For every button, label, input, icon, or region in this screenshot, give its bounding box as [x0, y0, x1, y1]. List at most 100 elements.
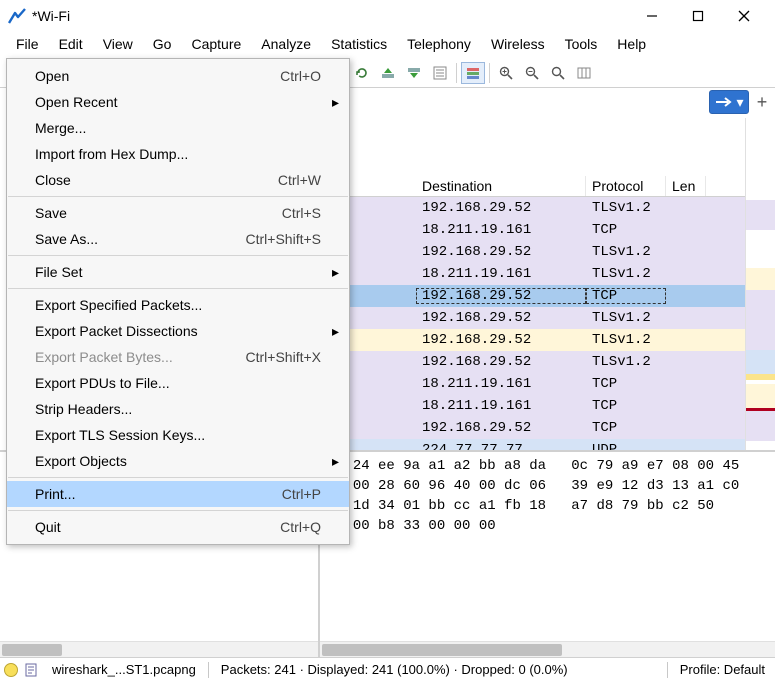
hex-line[interactable]: 1000 28 60 96 40 00 dc 06 39 e9 12 d3 13…	[328, 476, 767, 496]
menu-item-close[interactable]: CloseCtrl+W	[7, 167, 349, 193]
menu-item-export-dissections[interactable]: Export Packet Dissections▸	[7, 318, 349, 344]
menu-capture[interactable]: Capture	[181, 34, 251, 54]
menu-item-export-tls[interactable]: Export TLS Session Keys...	[7, 422, 349, 448]
expert-info-icon[interactable]	[4, 663, 18, 677]
cell-protocol: TLSv1.2	[586, 244, 666, 260]
packet-rows[interactable]: 192.168.29.52TLSv1.218.211.19.161TCP192.…	[344, 197, 745, 450]
packet-row[interactable]: 192.168.29.52TLSv1.2	[344, 197, 745, 219]
toolbar-down-icon[interactable]	[402, 62, 426, 84]
menu-item-import-hex[interactable]: Import from Hex Dump...	[7, 141, 349, 167]
cell-destination: 18.211.19.161	[416, 376, 586, 392]
menu-item-open-recent[interactable]: Open Recent▸	[7, 89, 349, 115]
toolbar-up-icon[interactable]	[376, 62, 400, 84]
menu-item-export-specified[interactable]: Export Specified Packets...	[7, 292, 349, 318]
minimize-button[interactable]	[629, 0, 675, 32]
app-icon	[8, 7, 26, 25]
status-packet-counts: Packets: 241 · Displayed: 241 (100.0%) ·…	[215, 662, 661, 677]
packet-row[interactable]: 192.168.29.52TLSv1.2	[344, 307, 745, 329]
column-header-destination[interactable]: Destination	[416, 176, 586, 196]
packet-row[interactable]: 192.168.29.52TLSv1.2	[344, 329, 745, 351]
toolbar-zoom-reset-icon[interactable]	[546, 62, 570, 84]
cell-protocol: TCP	[586, 420, 666, 436]
column-header-length[interactable]: Len	[666, 176, 706, 196]
file-menu-dropdown: OpenCtrl+O Open Recent▸ Merge... Import …	[6, 58, 350, 545]
cell-destination: 192.168.29.52	[416, 332, 586, 348]
toolbar-autoscroll-icon[interactable]	[428, 62, 452, 84]
menu-item-export-bytes: Export Packet Bytes...Ctrl+Shift+X	[7, 344, 349, 370]
menu-tools[interactable]: Tools	[555, 34, 608, 54]
hex-line[interactable]: 3000 b8 33 00 00 00	[328, 516, 767, 536]
cell-destination: 192.168.29.52	[416, 244, 586, 260]
packet-row[interactable]: 192.168.29.52TLSv1.2	[344, 241, 745, 263]
menu-wireless[interactable]: Wireless	[481, 34, 555, 54]
packet-bytes-pane[interactable]: 0024 ee 9a a1 a2 bb a8 da 0c 79 a9 e7 08…	[320, 452, 775, 657]
packet-row[interactable]: 192.168.29.52TLSv1.2	[344, 351, 745, 373]
filter-add-button[interactable]: +	[753, 90, 771, 114]
menu-statistics[interactable]: Statistics	[321, 34, 397, 54]
menu-item-file-set[interactable]: File Set▸	[7, 259, 349, 285]
title-bar: *Wi-Fi	[0, 0, 775, 32]
submenu-arrow-icon: ▸	[332, 94, 339, 111]
menu-item-export-objects[interactable]: Export Objects▸	[7, 448, 349, 474]
packet-row[interactable]: 18.211.19.161TCP	[344, 373, 745, 395]
menu-telephony[interactable]: Telephony	[397, 34, 481, 54]
menu-item-export-pdus[interactable]: Export PDUs to File...	[7, 370, 349, 396]
menu-item-save-as[interactable]: Save As...Ctrl+Shift+S	[7, 226, 349, 252]
toolbar-colorize-icon[interactable]	[461, 62, 485, 84]
menu-help[interactable]: Help	[607, 34, 656, 54]
cell-protocol: TLSv1.2	[586, 266, 666, 282]
toolbar-zoom-out-icon[interactable]	[520, 62, 544, 84]
cell-destination: 18.211.19.161	[416, 398, 586, 414]
cell-destination: 192.168.29.52	[416, 420, 586, 436]
menu-go[interactable]: Go	[143, 34, 182, 54]
menu-item-strip-headers[interactable]: Strip Headers...	[7, 396, 349, 422]
cell-destination: 192.168.29.52	[416, 354, 586, 370]
packet-row[interactable]: 192.168.29.52TCP	[344, 285, 745, 307]
status-profile[interactable]: Profile: Default	[674, 662, 771, 677]
window-title: *Wi-Fi	[30, 8, 70, 24]
cell-destination: 192.168.29.52	[416, 200, 586, 216]
submenu-arrow-icon: ▸	[332, 264, 339, 281]
packet-row[interactable]: 192.168.29.52TCP	[344, 417, 745, 439]
cell-protocol: TLSv1.2	[586, 332, 666, 348]
cell-destination: 224.77.77.77	[416, 442, 586, 450]
maximize-button[interactable]	[675, 0, 721, 32]
toolbar-zoom-in-icon[interactable]	[494, 62, 518, 84]
packet-overview-bar[interactable]	[745, 118, 775, 450]
menu-item-open[interactable]: OpenCtrl+O	[7, 63, 349, 89]
toolbar-reload-icon[interactable]	[350, 62, 374, 84]
submenu-arrow-icon: ▸	[332, 323, 339, 340]
menu-file[interactable]: File	[6, 34, 49, 54]
cell-destination: 192.168.29.52	[416, 310, 586, 326]
capture-file-icon[interactable]	[24, 662, 40, 678]
status-filename: wireshark_...ST1.pcapng	[46, 662, 202, 677]
cell-protocol: TLSv1.2	[586, 310, 666, 326]
filter-apply-button[interactable]: ▾	[709, 90, 749, 114]
toolbar-resize-cols-icon[interactable]	[572, 62, 596, 84]
cell-protocol: TLSv1.2	[586, 354, 666, 370]
packet-row[interactable]: 18.211.19.161TCP	[344, 395, 745, 417]
menu-bar: File Edit View Go Capture Analyze Statis…	[0, 32, 775, 58]
menu-item-print[interactable]: Print...Ctrl+P	[7, 481, 349, 507]
menu-view[interactable]: View	[93, 34, 143, 54]
cell-destination: 18.211.19.161	[416, 222, 586, 238]
menu-item-save[interactable]: SaveCtrl+S	[7, 200, 349, 226]
menu-item-merge[interactable]: Merge...	[7, 115, 349, 141]
cell-destination: 18.211.19.161	[416, 266, 586, 282]
menu-item-quit[interactable]: QuitCtrl+Q	[7, 514, 349, 540]
hex-line[interactable]: 0024 ee 9a a1 a2 bb a8 da 0c 79 a9 e7 08…	[328, 456, 767, 476]
packet-row[interactable]: 224.77.77.77UDP	[344, 439, 745, 450]
menu-edit[interactable]: Edit	[49, 34, 93, 54]
column-header-protocol[interactable]: Protocol	[586, 176, 666, 196]
cell-protocol: TCP	[586, 222, 666, 238]
hex-line[interactable]: 201d 34 01 bb cc a1 fb 18 a7 d8 79 bb c2…	[328, 496, 767, 516]
submenu-arrow-icon: ▸	[332, 453, 339, 470]
cell-protocol: TCP	[586, 288, 666, 304]
cell-destination: 192.168.29.52	[416, 288, 586, 304]
packet-list-header: Destination Protocol Len	[344, 176, 745, 197]
packet-row[interactable]: 18.211.19.161TLSv1.2	[344, 263, 745, 285]
packet-row[interactable]: 18.211.19.161TCP	[344, 219, 745, 241]
cell-protocol: TLSv1.2	[586, 200, 666, 216]
menu-analyze[interactable]: Analyze	[251, 34, 321, 54]
close-button[interactable]	[721, 0, 767, 32]
